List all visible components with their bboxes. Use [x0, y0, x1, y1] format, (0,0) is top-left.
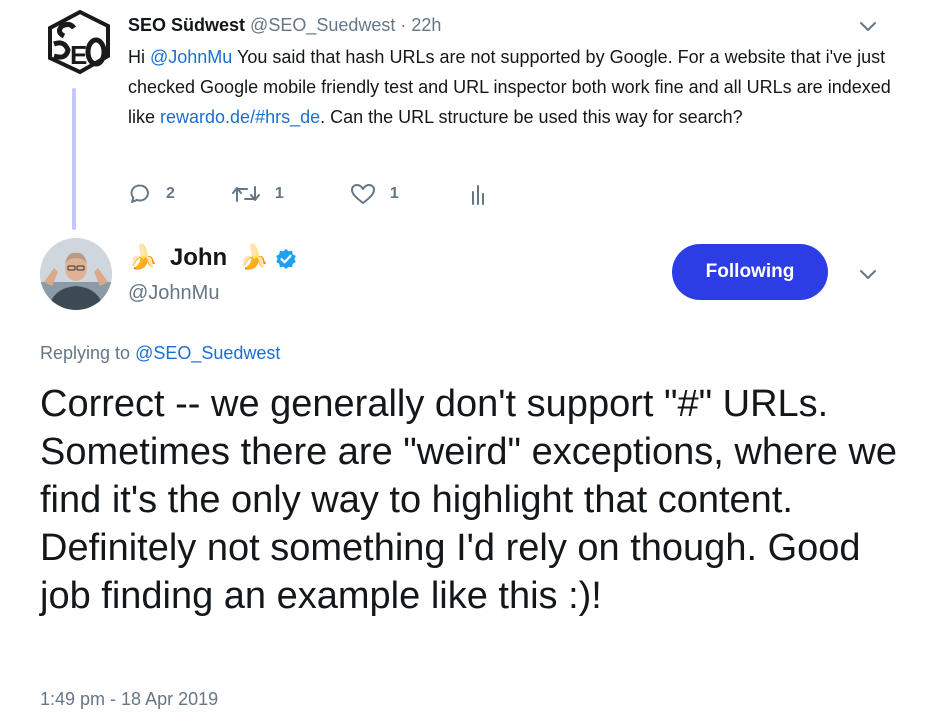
parent-tweet-time[interactable]: 22h — [411, 15, 441, 35]
parent-text-part: Hi — [128, 47, 150, 67]
following-button[interactable]: Following — [672, 244, 828, 300]
retweet-button[interactable]: 1 — [231, 182, 284, 206]
chevron-down-icon[interactable] — [856, 14, 880, 38]
heart-icon — [350, 184, 375, 204]
chevron-down-icon[interactable] — [856, 262, 880, 286]
tweet-timestamp[interactable]: 1:49 pm - 18 Apr 2019 — [40, 686, 218, 712]
replying-to-link[interactable]: @SEO_Suedwest — [135, 343, 280, 363]
replying-to-line: Replying to @SEO_Suedwest — [40, 340, 280, 366]
main-author-handle[interactable]: @JohnMu — [128, 280, 219, 306]
main-author-name[interactable]: John — [170, 242, 227, 274]
reply-count: 2 — [166, 185, 175, 202]
replying-prefix: Replying to — [40, 343, 136, 363]
analytics-button[interactable] — [469, 182, 489, 206]
main-tweet-text: Correct -- we generally don't support "#… — [40, 383, 898, 617]
user-photo-avatar[interactable] — [40, 238, 112, 310]
tweet-actions-bar: 2 1 1 — [128, 178, 489, 210]
parent-tweet-header: SEO Südwest @SEO_Suedwest · 22h — [128, 12, 441, 38]
parent-author-handle[interactable]: @SEO_Suedwest — [250, 15, 395, 35]
like-button[interactable]: 1 — [350, 182, 399, 206]
like-count: 1 — [389, 185, 399, 202]
url-link[interactable]: rewardo.de/#hrs_de — [160, 107, 320, 127]
thread-connector-line — [72, 88, 76, 230]
verified-badge-icon — [275, 247, 297, 269]
parent-tweet-text: Hi @JohnMu You said that hash URLs are n… — [128, 42, 898, 132]
header-separator: · — [395, 15, 412, 35]
retweet-icon — [231, 186, 260, 202]
banana-emoji: 🍌 — [239, 244, 270, 271]
mention-link[interactable]: @JohnMu — [150, 47, 232, 67]
retweet-count: 1 — [274, 185, 284, 202]
parent-text-part: . Can the URL structure be used this way… — [320, 107, 743, 127]
reply-button[interactable]: 2 — [128, 182, 175, 206]
reply-icon — [130, 184, 149, 203]
banana-emoji: 🍌 — [128, 244, 158, 271]
seo-suedwest-logo-icon[interactable]: E — [40, 8, 112, 78]
parent-author-name[interactable]: SEO Südwest — [128, 15, 245, 35]
analytics-icon — [471, 185, 484, 205]
svg-text:E: E — [70, 40, 87, 70]
main-author-name-row[interactable]: 🍌 John 🍌 — [128, 242, 297, 274]
